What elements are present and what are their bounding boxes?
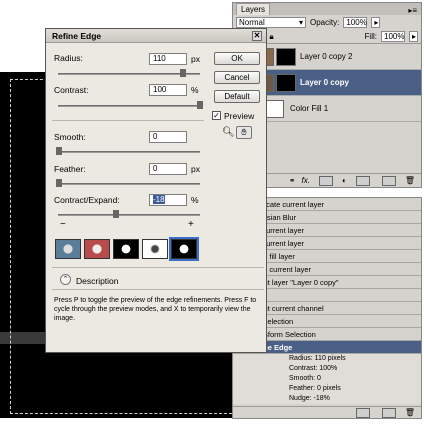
layer-name[interactable]: Layer 0 copy 2 [300, 52, 352, 61]
opacity-arrow-icon[interactable]: ▸ [371, 17, 381, 28]
layer-mask-thumbnail [276, 73, 296, 92]
description-text: Press P to toggle the preview of the edg… [54, 297, 257, 322]
smooth-label: Smooth: [54, 132, 86, 142]
contrast-label: Contrast: [54, 85, 89, 95]
smooth-input[interactable]: 0 [149, 131, 187, 143]
history-detail-line: Contrast: 100% [233, 364, 421, 374]
radius-slider-thumb[interactable] [179, 69, 186, 77]
contract-expand-label: Contract/Expand: [54, 195, 120, 205]
contrast-input[interactable]: 100 [149, 84, 187, 96]
divider [52, 120, 204, 121]
new-document-icon[interactable] [355, 407, 370, 418]
zoom-tool-icon[interactable]: 🔍︎ [222, 127, 235, 138]
fill-mask-thumbnail [264, 99, 284, 118]
blend-mode-select[interactable]: Normal ▾ [236, 17, 306, 28]
opacity-label: Opacity: [310, 18, 340, 27]
minus-label: − [60, 219, 66, 230]
selection-marquee-bottom [10, 413, 242, 414]
adjustment-layer-icon[interactable]: ◐ [342, 176, 347, 185]
contrast-slider-track[interactable] [58, 105, 200, 107]
layer-name[interactable]: Color Fill 1 [290, 104, 328, 113]
feather-unit: px [191, 164, 200, 174]
dialog-title: Refine Edge [52, 31, 102, 41]
fill-label: Fill: [364, 32, 377, 41]
cancel-button[interactable]: Cancel [214, 71, 260, 84]
fill-input[interactable]: 100% [381, 31, 405, 42]
standard-preview-icon[interactable] [55, 239, 81, 259]
contract-expand-unit: % [191, 195, 199, 205]
radius-slider-track[interactable] [58, 73, 200, 75]
plus-label: + [188, 219, 194, 230]
history-detail-line: Nudge: -18% [233, 394, 421, 404]
feather-label: Feather: [54, 164, 86, 174]
on-white-preview-icon[interactable] [142, 239, 168, 259]
default-button[interactable]: Default [214, 90, 260, 103]
preview-label: Preview [224, 111, 255, 121]
mask-preview-icon[interactable] [169, 237, 199, 261]
panel-menu-icon[interactable]: ▸≡ [408, 6, 417, 15]
ok-button[interactable]: OK [214, 52, 260, 65]
preview-checkbox[interactable]: ✓ [212, 111, 221, 120]
collapse-icon[interactable]: ⌃ [60, 274, 71, 285]
new-layer-icon[interactable] [381, 175, 396, 186]
add-mask-icon[interactable] [319, 175, 333, 186]
opacity-input[interactable]: 100% [343, 17, 368, 28]
hand-tool-icon[interactable]: ✋︎ [236, 126, 252, 139]
contract-expand-input[interactable]: -18 [149, 194, 187, 206]
trash-icon[interactable]: 🗑︎ [405, 408, 415, 417]
selection-marquee-left [10, 79, 11, 414]
smooth-slider-thumb[interactable] [56, 147, 62, 155]
quick-mask-preview-icon[interactable] [84, 239, 110, 259]
new-snapshot-icon[interactable] [381, 407, 396, 418]
close-icon[interactable]: ✕ [252, 31, 262, 41]
divider [52, 267, 264, 268]
contract-expand-slider-track[interactable] [58, 214, 200, 216]
refine-edge-dialog: Refine Edge ✕ Radius: 110 px Contrast: 1… [45, 28, 267, 353]
radius-unit: px [191, 54, 200, 64]
history-detail-line: Radius: 110 pixels [233, 354, 421, 364]
new-group-icon[interactable] [355, 175, 370, 186]
lock-all-icon[interactable]: 🔒︎ [269, 32, 273, 42]
layer-name[interactable]: Layer 0 copy [300, 78, 349, 87]
smooth-slider-track[interactable] [58, 151, 200, 153]
on-black-preview-icon[interactable] [113, 239, 139, 259]
layers-tab[interactable]: Layers [236, 3, 271, 15]
feather-slider-track[interactable] [58, 183, 200, 185]
feather-input[interactable]: 0 [149, 163, 187, 175]
contract-expand-slider-thumb[interactable] [113, 210, 120, 218]
layer-mask-thumbnail [276, 47, 296, 66]
history-detail-line: Feather: 0 pixels [233, 384, 421, 394]
description-toggle[interactable]: Description [76, 276, 119, 286]
radius-label: Radius: [54, 53, 83, 63]
contrast-unit: % [191, 85, 199, 95]
history-detail: Radius: 110 pixels Contrast: 100% Smooth: … [233, 354, 421, 404]
contrast-slider-thumb[interactable] [197, 101, 203, 109]
fill-arrow-icon[interactable]: ▸ [409, 31, 418, 42]
link-layers-icon[interactable]: ⚭ [289, 176, 296, 185]
trash-icon[interactable]: 🗑︎ [405, 176, 415, 185]
fx-icon[interactable]: fx. [302, 176, 310, 185]
history-detail-line: Smooth: 0 [233, 374, 421, 384]
preview-modes [55, 237, 199, 261]
divider [52, 289, 264, 290]
radius-input[interactable]: 110 [149, 53, 187, 65]
feather-slider-thumb[interactable] [56, 179, 62, 187]
dialog-titlebar[interactable]: Refine Edge ✕ [46, 29, 266, 43]
